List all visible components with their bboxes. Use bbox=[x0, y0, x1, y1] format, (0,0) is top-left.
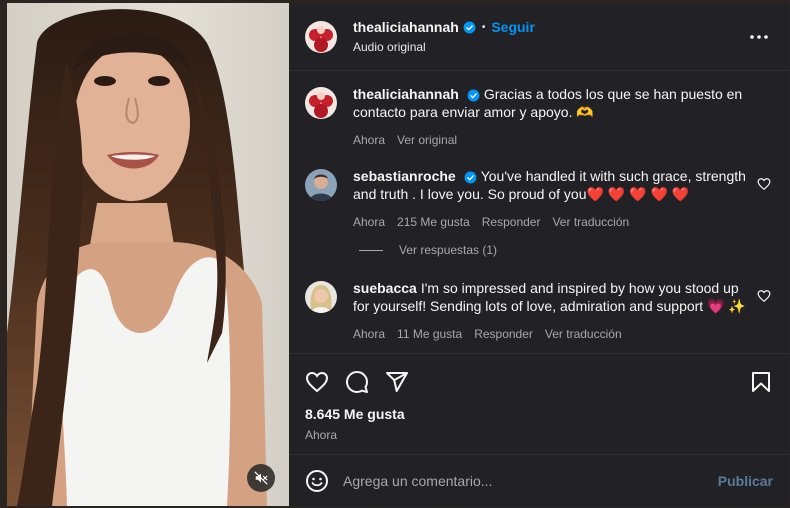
comment-time: Ahora bbox=[353, 215, 386, 229]
comment-icon[interactable] bbox=[345, 370, 369, 394]
comment-likes[interactable]: 215 Me gusta bbox=[397, 215, 470, 229]
reply-button[interactable]: Responder bbox=[474, 327, 533, 341]
comment-like-icon[interactable] bbox=[757, 289, 771, 303]
audio-label[interactable]: Audio original bbox=[353, 40, 747, 54]
heart-icon[interactable] bbox=[305, 370, 329, 394]
follow-button[interactable]: Seguir bbox=[491, 19, 535, 35]
view-replies-label: Ver respuestas (1) bbox=[399, 243, 498, 257]
comment-item: suebacca I'm so impressed and inspired by… bbox=[305, 279, 771, 341]
video-frame bbox=[7, 3, 289, 506]
comment-time: Ahora bbox=[353, 327, 386, 341]
mute-icon bbox=[254, 471, 268, 485]
comment-input[interactable] bbox=[343, 472, 718, 489]
comment-username[interactable]: suebacca bbox=[353, 280, 417, 296]
view-replies-button[interactable]: Ver respuestas (1) bbox=[359, 243, 771, 257]
comment-composer: Publicar bbox=[289, 454, 789, 506]
verified-icon bbox=[467, 89, 480, 102]
separator-dot: • bbox=[481, 21, 486, 33]
comment-username[interactable]: sebastianroche bbox=[353, 168, 456, 184]
reply-button[interactable]: Responder bbox=[482, 215, 541, 229]
mute-button[interactable] bbox=[247, 464, 275, 492]
caption-username[interactable]: thealiciahannah bbox=[353, 86, 459, 102]
comment-likes[interactable]: 11 Me gusta bbox=[397, 327, 462, 341]
commenter-avatar[interactable] bbox=[305, 169, 337, 201]
author-avatar[interactable] bbox=[305, 87, 337, 119]
post-modal: thealiciahannah • Seguir Audio original bbox=[7, 3, 789, 506]
more-options-button[interactable] bbox=[747, 25, 771, 49]
replies-divider bbox=[359, 249, 383, 251]
caption: thealiciahannah Gracias a todos los que … bbox=[305, 85, 771, 147]
comment-item: sebastianroche You've handled it with su… bbox=[305, 167, 771, 229]
more-icon bbox=[750, 34, 768, 39]
post-header: thealiciahannah • Seguir Audio original bbox=[289, 3, 789, 71]
publish-button[interactable]: Publicar bbox=[718, 473, 773, 489]
comment-like-icon[interactable] bbox=[757, 177, 771, 191]
author-avatar[interactable] bbox=[305, 20, 337, 53]
video-player[interactable] bbox=[7, 3, 289, 506]
caption-time: Ahora bbox=[353, 133, 386, 147]
see-original-link[interactable]: Ver original bbox=[397, 133, 457, 147]
comments-list[interactable]: thealiciahannah Gracias a todos los que … bbox=[289, 71, 789, 353]
post-panel: thealiciahannah • Seguir Audio original bbox=[289, 3, 789, 506]
post-actions: 8.645 Me gusta Ahora bbox=[289, 353, 789, 442]
share-icon[interactable] bbox=[385, 370, 409, 394]
author-username[interactable]: thealiciahannah bbox=[353, 19, 459, 35]
translate-link[interactable]: Ver traducción bbox=[552, 215, 629, 229]
bookmark-icon[interactable] bbox=[749, 370, 773, 394]
post-time: Ahora bbox=[305, 428, 338, 442]
verified-icon bbox=[464, 171, 477, 184]
commenter-avatar[interactable] bbox=[305, 281, 337, 313]
verified-icon bbox=[463, 21, 476, 33]
translate-link[interactable]: Ver traducción bbox=[545, 327, 622, 341]
emoji-icon[interactable] bbox=[305, 469, 329, 493]
likes-count[interactable]: 8.645 Me gusta bbox=[305, 406, 773, 422]
